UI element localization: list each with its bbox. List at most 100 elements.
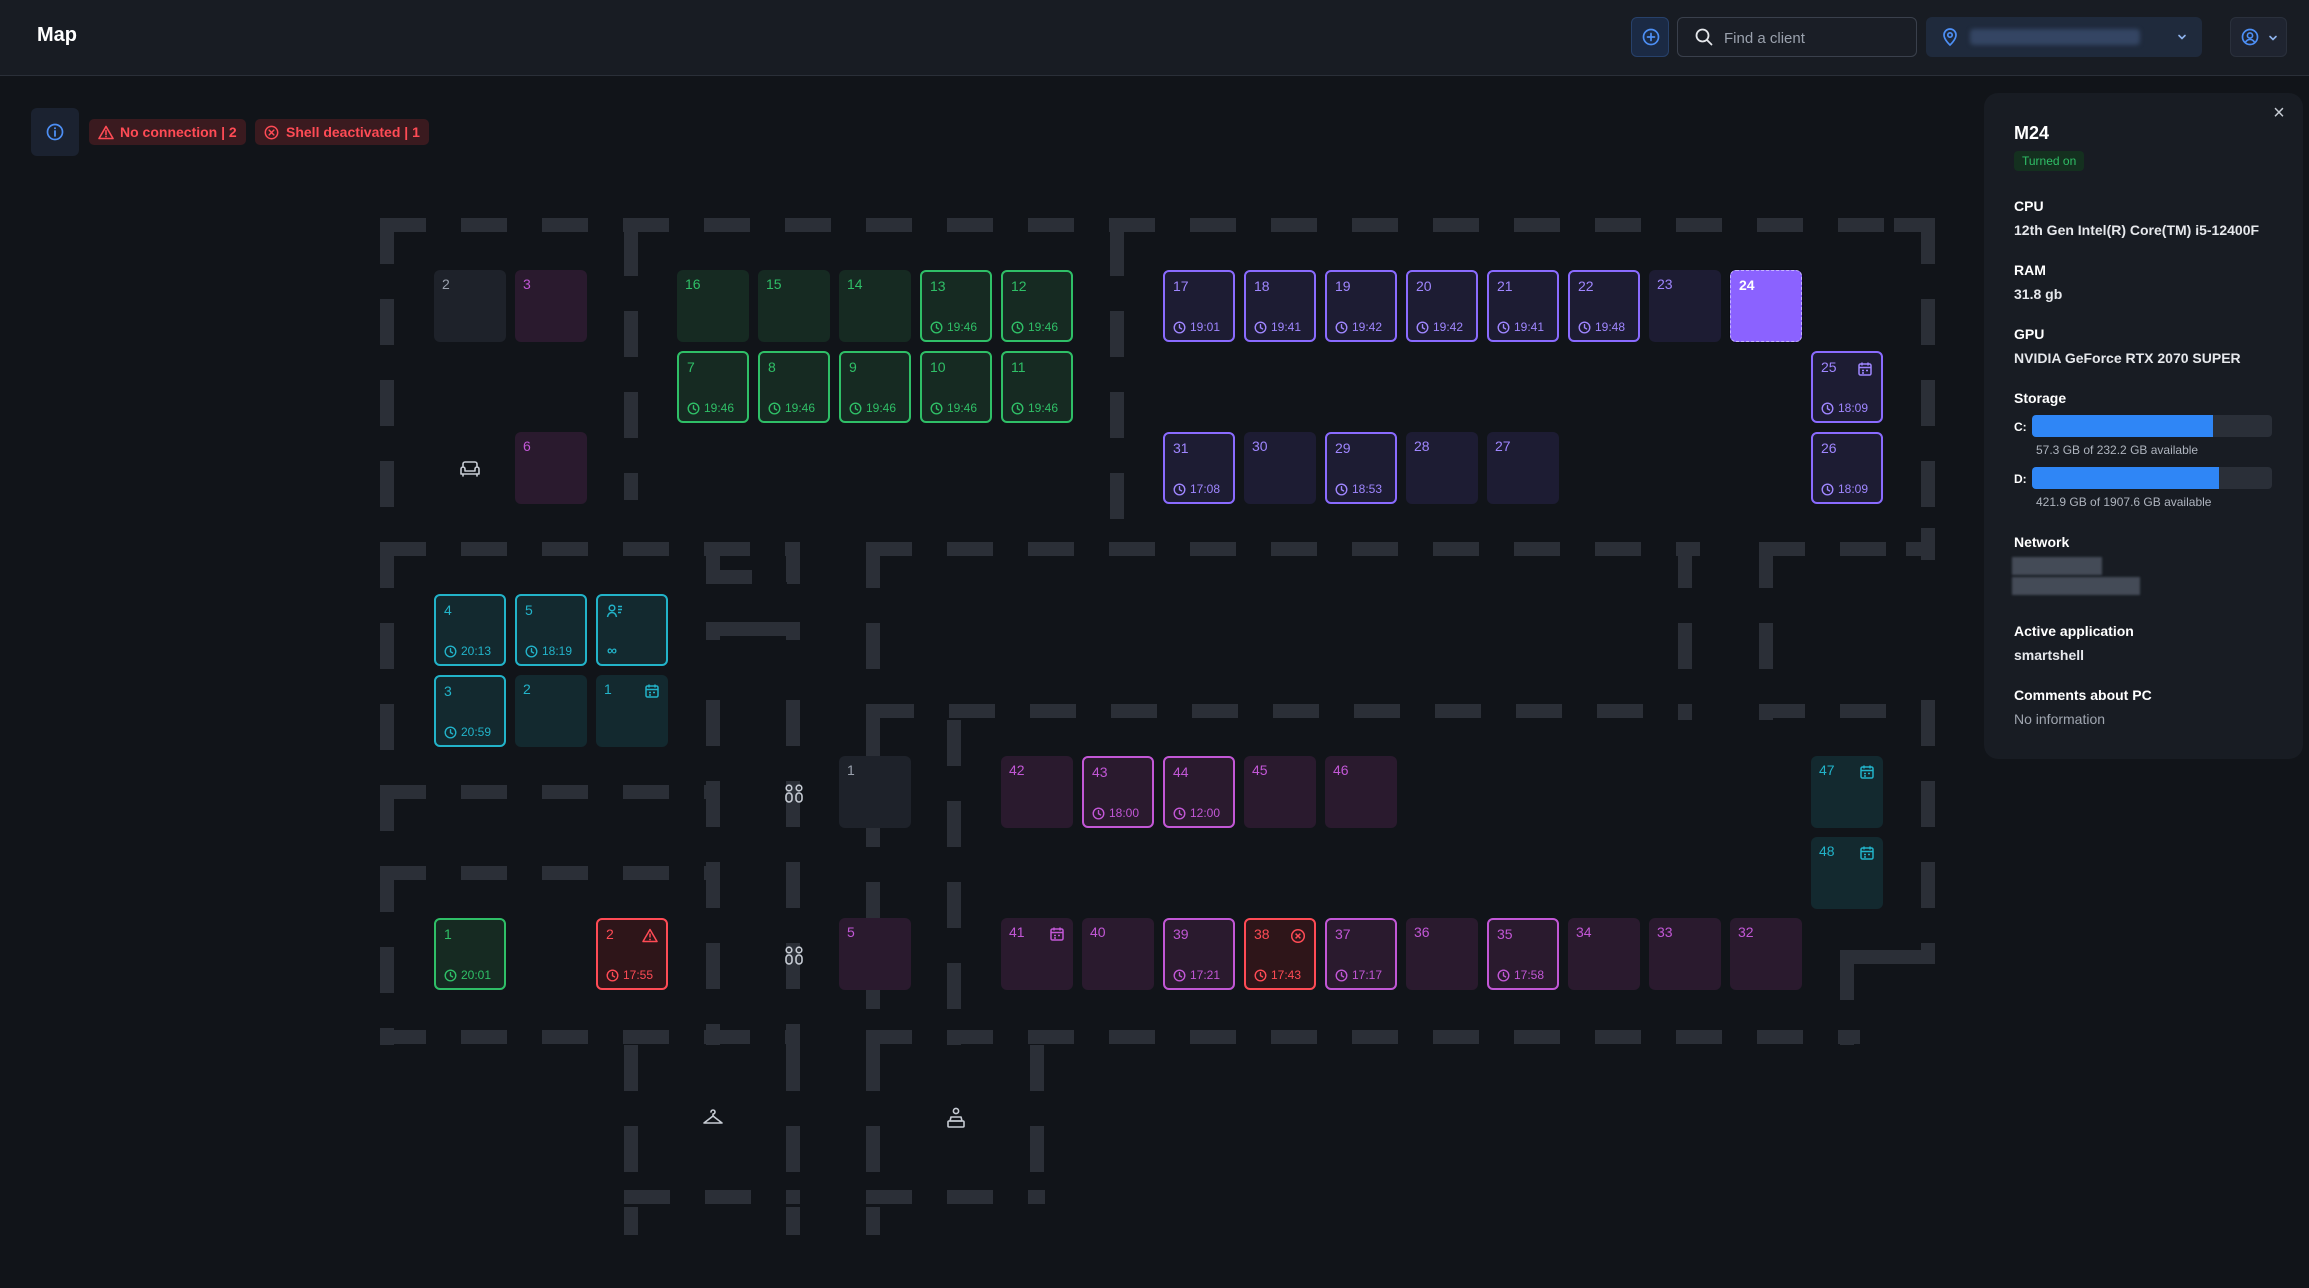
club-selector[interactable] <box>1926 17 2202 57</box>
wall-segment <box>1433 1030 1479 1044</box>
pc-tile[interactable]: 10 19:46 <box>920 351 992 423</box>
pc-tile[interactable]: 36 <box>1406 918 1478 990</box>
pc-tile[interactable]: 16 <box>677 270 749 342</box>
pc-number: 29 <box>1335 440 1351 456</box>
pc-number: 13 <box>930 278 946 294</box>
pc-tile[interactable]: 7 19:46 <box>677 351 749 423</box>
pc-tile[interactable]: 11 19:46 <box>1001 351 1073 423</box>
pc-number: 41 <box>1009 924 1025 940</box>
pc-tile[interactable]: 17 19:01 <box>1163 270 1235 342</box>
pc-tile[interactable]: 3 <box>515 270 587 342</box>
pc-tile[interactable]: 5 <box>839 918 911 990</box>
pc-tile[interactable]: 39 17:21 <box>1163 918 1235 990</box>
pc-tile[interactable]: 41 <box>1001 918 1073 990</box>
pc-tile[interactable]: 19 19:42 <box>1325 270 1397 342</box>
close-icon[interactable]: × <box>2269 103 2289 123</box>
pc-tile[interactable]: 48 <box>1811 837 1883 909</box>
chevron-down-icon <box>2178 34 2186 40</box>
clock-icon <box>1173 969 1186 982</box>
pc-tile[interactable]: ∞ <box>596 594 668 666</box>
wall-segment <box>1678 542 1692 588</box>
wall-segment <box>624 473 638 500</box>
wall-segment <box>704 1030 750 1044</box>
clock-icon <box>687 402 700 415</box>
pc-tile[interactable]: 24 <box>1730 270 1802 342</box>
session-time-label: 17:55 <box>623 968 654 982</box>
active-app-value: smartshell <box>2014 647 2085 663</box>
pc-tile[interactable]: 1 20:01 <box>434 918 506 990</box>
pc-number: 40 <box>1090 924 1106 940</box>
pc-tile[interactable]: 31 17:08 <box>1163 432 1235 504</box>
pc-tile[interactable]: 13 19:46 <box>920 270 992 342</box>
pc-tile[interactable]: 40 <box>1082 918 1154 990</box>
wall-segment <box>542 542 588 556</box>
pc-tile[interactable]: 46 <box>1325 756 1397 828</box>
pc-tile[interactable]: 3 20:59 <box>434 675 506 747</box>
pc-tile[interactable]: 20 19:42 <box>1406 270 1478 342</box>
pc-tile[interactable]: 29 18:53 <box>1325 432 1397 504</box>
network-value-redacted <box>2012 557 2102 575</box>
pc-tile[interactable]: 47 <box>1811 756 1883 828</box>
pc-tile[interactable]: 6 <box>515 432 587 504</box>
pc-tile[interactable]: 28 <box>1406 432 1478 504</box>
calendar-icon <box>1049 926 1065 947</box>
network-value-redacted <box>2012 577 2140 595</box>
pc-tile[interactable]: 5 18:19 <box>515 594 587 666</box>
pc-tile[interactable]: 1 <box>839 756 911 828</box>
pc-tile[interactable]: 2 17:55 <box>596 918 668 990</box>
wall-segment <box>1595 1030 1641 1044</box>
pc-tile[interactable]: 1 <box>596 675 668 747</box>
pc-tile[interactable]: 45 <box>1244 756 1316 828</box>
pc-tile[interactable]: 38 17:43 <box>1244 918 1316 990</box>
wall-segment <box>1838 218 1884 232</box>
pc-tile[interactable]: 14 <box>839 270 911 342</box>
pc-tile[interactable]: 32 <box>1730 918 1802 990</box>
pc-tile[interactable]: 34 <box>1568 918 1640 990</box>
pc-tile[interactable]: 12 19:46 <box>1001 270 1073 342</box>
storage-label: Storage <box>2014 390 2067 406</box>
cashier-icon <box>944 1106 968 1130</box>
account-menu[interactable] <box>2230 17 2287 57</box>
wall-segment <box>1433 542 1479 556</box>
wall-segment <box>380 1030 426 1044</box>
pc-tile[interactable]: 43 18:00 <box>1082 756 1154 828</box>
pc-number: 22 <box>1578 278 1594 294</box>
pc-tile[interactable]: 42 <box>1001 756 1073 828</box>
pc-tile[interactable]: 2 <box>515 675 587 747</box>
pc-tile[interactable]: 8 19:46 <box>758 351 830 423</box>
pc-tile[interactable]: 23 <box>1649 270 1721 342</box>
pc-tile[interactable]: 25 18:09 <box>1811 351 1883 423</box>
session-time: 17:43 <box>1254 968 1301 982</box>
pc-tile[interactable]: 26 18:09 <box>1811 432 1883 504</box>
pc-tile[interactable]: 18 19:41 <box>1244 270 1316 342</box>
session-time: 19:01 <box>1173 320 1220 334</box>
pc-tile[interactable]: 30 <box>1244 432 1316 504</box>
session-time-label: 19:01 <box>1190 320 1221 334</box>
pc-tile[interactable]: 37 17:17 <box>1325 918 1397 990</box>
pc-tile[interactable]: 9 19:46 <box>839 351 911 423</box>
pc-number: 14 <box>847 276 863 292</box>
drive-d-label: D: <box>2014 472 2027 486</box>
wall-segment <box>1678 704 1692 720</box>
clock-icon <box>1173 321 1186 334</box>
pc-tile[interactable]: 44 12:00 <box>1163 756 1235 828</box>
clock-icon <box>768 402 781 415</box>
pc-tile[interactable]: 33 <box>1649 918 1721 990</box>
pc-tile[interactable]: 27 <box>1487 432 1559 504</box>
network-label: Network <box>2014 534 2070 550</box>
pc-tile[interactable]: 21 19:41 <box>1487 270 1559 342</box>
pc-tile[interactable]: 15 <box>758 270 830 342</box>
wall-segment <box>1840 542 1886 556</box>
pc-tile[interactable]: 22 19:48 <box>1568 270 1640 342</box>
pc-tile[interactable]: 2 <box>434 270 506 342</box>
wall-segment <box>1190 218 1236 232</box>
pc-tile[interactable]: 4 20:13 <box>434 594 506 666</box>
session-time: 19:46 <box>1011 401 1058 415</box>
session-time: 19:42 <box>1335 320 1382 334</box>
pc-number: 38 <box>1254 926 1270 942</box>
session-time-label: 20:01 <box>461 968 492 982</box>
pc-number: 19 <box>1335 278 1351 294</box>
wall-segment <box>786 862 800 908</box>
pc-tile[interactable]: 35 17:58 <box>1487 918 1559 990</box>
club-name-redacted <box>1970 29 2140 45</box>
